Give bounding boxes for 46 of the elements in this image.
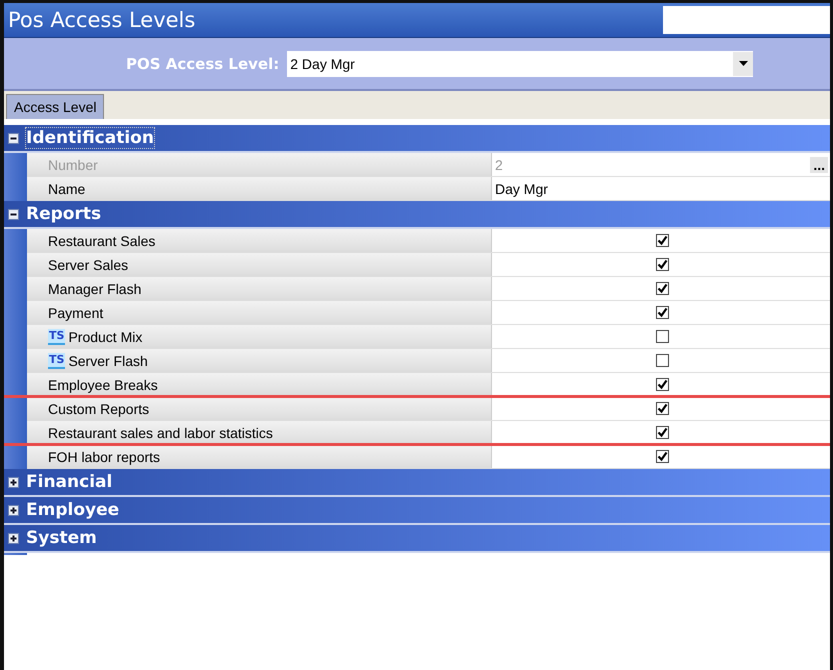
group-title: Employee [25,499,120,521]
property-label: Custom Reports [48,400,150,416]
property-value: Day Mgr [495,180,548,196]
window-title: Pos Access Levels [7,8,196,32]
group-title: Financial [25,471,114,493]
group-title: Reports [25,203,102,225]
checkbox[interactable] [656,354,669,367]
checkbox[interactable] [656,234,669,247]
checkbox[interactable] [656,330,669,343]
collapse-icon[interactable] [8,208,19,220]
field-label: POS Access Level: [126,54,280,72]
property-label: Restaurant sales and labor statistics [48,424,273,440]
property-label: Server Sales [48,256,128,272]
property-label: Number [48,156,98,172]
checkbox[interactable] [656,306,669,319]
group-title: Identification [25,127,155,149]
checkbox[interactable] [656,378,669,391]
property-label: Payment [48,304,104,320]
property-label: Server Flash [68,352,148,368]
property-label: FOH labor reports [48,448,160,464]
checkbox[interactable] [656,450,669,463]
tab[interactable]: Access Level [6,94,104,119]
tag-icon: TS [48,352,66,368]
group-header[interactable]: Reports [4,201,830,229]
property-label: Restaurant Sales [48,232,156,248]
checkbox[interactable] [656,282,669,295]
property-label: Manager Flash [48,280,142,296]
group-header[interactable]: Identification [4,125,830,153]
checkbox[interactable] [656,426,669,439]
access-level-dropdown[interactable]: 2 Day Mgr [287,50,754,76]
search-field[interactable] [663,6,830,34]
property-value: 2 [495,156,503,172]
property-label: Name [48,180,86,196]
expand-icon[interactable] [8,532,19,544]
expand-icon[interactable] [8,476,19,488]
group-title: System [25,527,98,549]
collapse-icon[interactable] [8,132,19,144]
property-label: Employee Breaks [48,376,158,392]
group-header[interactable]: Employee [4,497,830,525]
checkbox[interactable] [656,402,669,415]
group-header[interactable]: Financial [4,469,830,497]
expand-icon[interactable] [8,504,19,516]
group-header[interactable]: System [4,525,830,553]
checkbox[interactable] [656,258,669,271]
tag-icon: TS [48,328,66,344]
property-label: Product Mix [68,328,142,344]
